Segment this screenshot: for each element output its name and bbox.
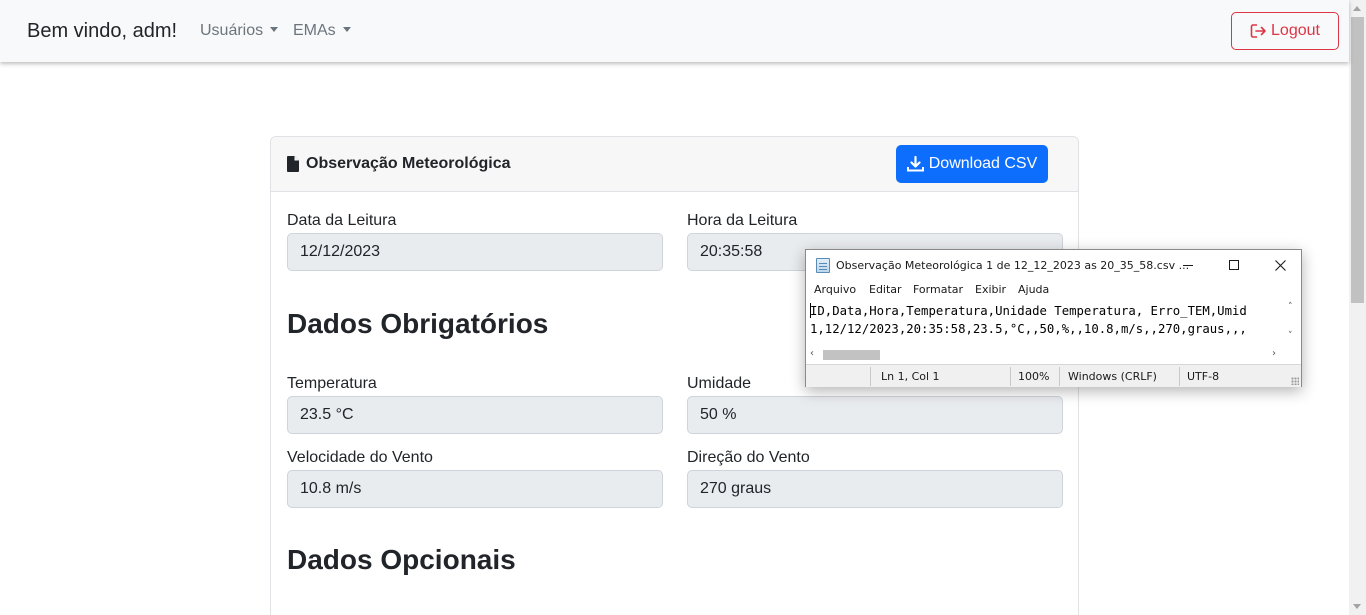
status-zoom: 100%: [1018, 370, 1050, 383]
nav-emas-label: EMAs: [293, 22, 336, 39]
download-csv-label: Download CSV: [928, 155, 1038, 172]
nav-emas-dropdown[interactable]: EMAs: [293, 22, 351, 40]
status-separator: [1059, 367, 1060, 386]
notepad-menubar: Arquivo Editar Formatar Exibir Ajuda: [806, 280, 1301, 300]
notepad-statusbar: Ln 1, Col 1 100% Windows (CRLF) UTF-8: [806, 364, 1301, 387]
card-header: Observação Meteorológica Download CSV: [271, 137, 1078, 192]
notepad-horizontal-scrollbar[interactable]: ‹ ›: [806, 346, 1286, 363]
chevron-right-icon[interactable]: ›: [1272, 348, 1276, 359]
umidade-field[interactable]: 50 %: [687, 396, 1063, 434]
page: Bem vindo, adm! Usuários EMAs Logout Obs…: [0, 0, 1366, 615]
download-csv-button[interactable]: Download CSV: [896, 145, 1048, 183]
minimize-icon: [1183, 265, 1193, 266]
download-icon: [906, 156, 924, 172]
scroll-down-icon[interactable]: [1353, 604, 1361, 609]
logout-label: Logout: [1271, 22, 1320, 39]
maximize-button[interactable]: [1211, 250, 1257, 280]
notepad-title: Observação Meteorológica 1 de 12_12_2023…: [836, 259, 1190, 272]
menu-arquivo[interactable]: Arquivo: [814, 283, 856, 296]
hora-leitura-label: Hora da Leitura: [687, 212, 798, 229]
page-scrollbar[interactable]: [1349, 0, 1366, 615]
menu-exibir[interactable]: Exibir: [975, 283, 1006, 296]
velocidade-vento-label: Velocidade do Vento: [287, 449, 433, 466]
caret-down-icon: [270, 27, 279, 32]
status-position: Ln 1, Col 1: [881, 370, 940, 383]
menu-editar[interactable]: Editar: [869, 283, 902, 296]
notepad-window[interactable]: Observação Meteorológica 1 de 12_12_2023…: [805, 249, 1302, 387]
file-icon: [287, 156, 299, 172]
scroll-up-icon[interactable]: [1353, 6, 1361, 11]
status-separator: [870, 367, 871, 386]
status-line-ending: Windows (CRLF): [1068, 370, 1157, 383]
menu-formatar[interactable]: Formatar: [913, 283, 963, 296]
close-icon: [1274, 259, 1286, 271]
minimize-button[interactable]: [1165, 250, 1211, 280]
section-optional-title: Dados Opcionais: [287, 544, 516, 575]
close-button[interactable]: [1257, 250, 1303, 280]
menu-ajuda[interactable]: Ajuda: [1018, 283, 1049, 296]
direcao-vento-label: Direção do Vento: [687, 449, 810, 466]
temperatura-label: Temperatura: [287, 375, 377, 392]
welcome-brand: Bem vindo, adm!: [27, 20, 178, 42]
temperatura-field[interactable]: 23.5 °C: [287, 396, 663, 434]
resize-grip-icon[interactable]: [1291, 377, 1299, 385]
chevron-left-icon[interactable]: ‹: [810, 348, 814, 359]
chevron-down-icon[interactable]: ˅: [1288, 331, 1293, 341]
horizontal-scrollbar-thumb[interactable]: [823, 350, 880, 360]
text-line: 1,12/12/2023,20:35:58,23.5,°C,,50,%,,10.…: [810, 322, 1247, 336]
notepad-text-area[interactable]: ID,Data,Hora,Temperatura,Unidade Tempera…: [810, 302, 1288, 342]
notepad-titlebar[interactable]: Observação Meteorológica 1 de 12_12_2023…: [806, 250, 1301, 280]
section-required-title: Dados Obrigatórios: [287, 308, 549, 339]
text-line: ID,Data,Hora,Temperatura,Unidade Tempera…: [810, 304, 1247, 318]
status-encoding: UTF-8: [1187, 370, 1220, 383]
chevron-up-icon[interactable]: ˄: [1288, 302, 1293, 312]
logout-icon: [1250, 24, 1266, 38]
logout-button[interactable]: Logout: [1231, 12, 1339, 50]
card-title: Observação Meteorológica: [287, 155, 511, 173]
umidade-label: Umidade: [687, 375, 752, 392]
caret-down-icon: [342, 27, 351, 32]
direcao-vento-field[interactable]: 270 graus: [687, 470, 1063, 508]
status-separator: [1179, 367, 1180, 386]
maximize-icon: [1229, 260, 1239, 270]
notepad-icon: [816, 258, 830, 273]
card-title-text: Observação Meteorológica: [306, 155, 511, 172]
data-leitura-label: Data da Leitura: [287, 212, 397, 229]
nav-users-label: Usuários: [200, 22, 264, 39]
nav-users-dropdown[interactable]: Usuários: [200, 22, 279, 40]
data-leitura-field[interactable]: 12/12/2023: [287, 233, 663, 271]
text-caret: [810, 303, 811, 318]
scrollbar-thumb[interactable]: [1351, 17, 1364, 303]
navbar: Bem vindo, adm! Usuários EMAs Logout: [0, 0, 1349, 62]
status-separator: [1010, 367, 1011, 386]
velocidade-vento-field[interactable]: 10.8 m/s: [287, 470, 663, 508]
notepad-vertical-scrollbar[interactable]: ˄ ˅: [1284, 300, 1301, 346]
